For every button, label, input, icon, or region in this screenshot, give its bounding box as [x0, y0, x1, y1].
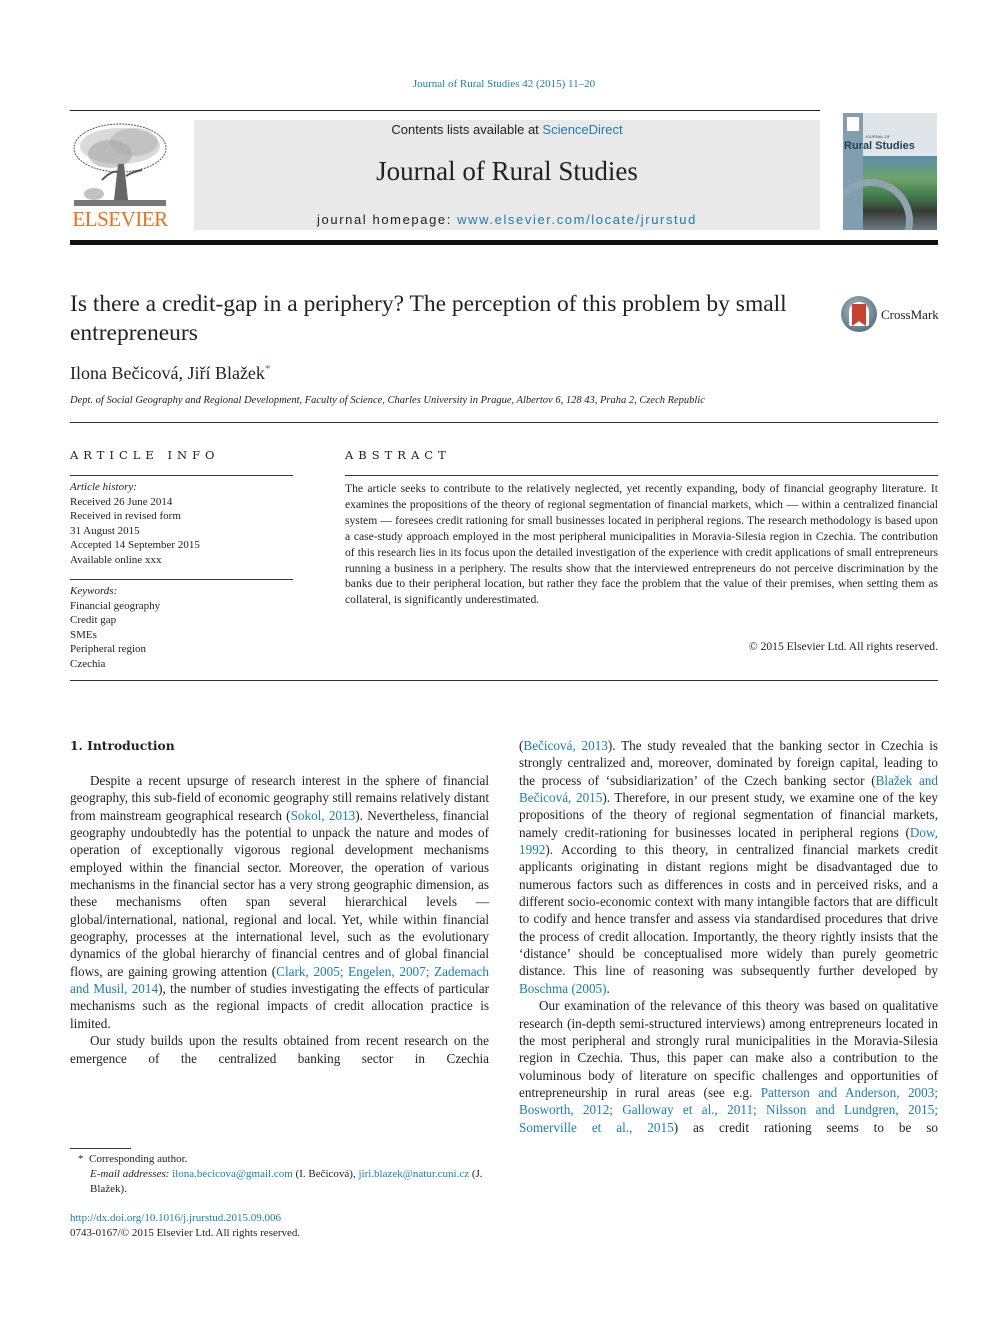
divider: [70, 422, 938, 423]
email-link[interactable]: ilona.becicova@gmail.com: [172, 1168, 293, 1180]
keyword: SMEs: [70, 628, 97, 641]
body-column-right: (Bečicová, 2013). The study revealed tha…: [519, 737, 938, 1136]
sciencedirect-link[interactable]: ScienceDirect: [542, 122, 622, 137]
corresponding-label: Corresponding author.: [89, 1153, 188, 1165]
elsevier-logo[interactable]: ELSEVIER: [70, 120, 170, 232]
crossmark-badge[interactable]: CrossMark: [841, 296, 941, 336]
doi-link[interactable]: http://dx.doi.org/10.1016/j.jrurstud.201…: [70, 1211, 300, 1226]
issn-copyright: 0743-0167/© 2015 Elsevier Ltd. All right…: [70, 1227, 301, 1239]
contents-line: Contents lists available at ScienceDirec…: [194, 122, 820, 137]
journal-name: Journal of Rural Studies: [376, 156, 638, 186]
contents-prefix: Contents lists available at: [391, 122, 543, 137]
keywords: Keywords: Financial geography Credit gap…: [70, 584, 293, 672]
article-info-heading: ARTICLE INFO: [70, 448, 220, 462]
header-divider: [70, 110, 820, 111]
keyword: Czechia: [70, 657, 106, 670]
text: ). According to this theory, in centrali…: [519, 842, 938, 979]
footnote: * Corresponding author. E-mail addresses…: [70, 1152, 490, 1196]
citation-link[interactable]: Boschma (2005): [519, 981, 607, 996]
text: ) as credit rationing seems to be so: [673, 1119, 939, 1135]
divider: [345, 475, 938, 476]
history-item: Accepted 14 September 2015: [70, 539, 200, 552]
crossmark-icon: [841, 296, 877, 332]
crossmark-label: CrossMark: [881, 307, 939, 322]
homepage-link[interactable]: www.elsevier.com/locate/jrurstud: [457, 212, 697, 227]
text: ). Nevertheless, financial geography und…: [70, 807, 489, 979]
journal-cover-thumbnail[interactable]: JOURNAL OF Rural Studies: [843, 113, 937, 230]
citation-link[interactable]: Sokol, 2013: [291, 808, 356, 823]
email-line: E-mail addresses: ilona.becicova@gmail.c…: [70, 1167, 490, 1197]
history-item: 31 August 2015: [70, 524, 140, 537]
section-title: 1. Introduction: [70, 738, 175, 753]
history-item: Received in revised form: [70, 510, 181, 523]
keywords-label: Keywords:: [70, 585, 118, 597]
affiliation: Dept. of Social Geography and Regional D…: [70, 395, 705, 406]
divider: [70, 475, 293, 476]
article-history: Article history: Received 26 June 2014 R…: [70, 480, 293, 568]
footnote-marker: *: [78, 1153, 84, 1165]
paragraph: Our examination of the relevance of this…: [519, 997, 938, 1136]
citation-link[interactable]: Bečicová, 2013: [523, 738, 608, 753]
paragraph: Our study builds upon the results obtain…: [70, 1033, 489, 1066]
elsevier-wordmark: ELSEVIER: [72, 207, 168, 231]
cover-title: Rural Studies: [844, 140, 915, 152]
footnote-divider: [70, 1148, 131, 1149]
divider: [70, 579, 293, 580]
abstract-copyright: © 2015 Elsevier Ltd. All rights reserved…: [748, 640, 938, 653]
history-item: Available online xxx: [70, 553, 162, 566]
article-title: Is there a credit-gap in a periphery? Th…: [70, 291, 787, 346]
authors: Ilona Bečicová, Jiří Blažek*: [70, 363, 270, 384]
keyword: Peripheral region: [70, 643, 147, 656]
history-label: Article history:: [70, 481, 137, 493]
tree-icon: [72, 120, 168, 208]
abstract-text: The article seeks to contribute to the r…: [345, 482, 938, 607]
homepage-prefix: journal homepage:: [317, 212, 458, 227]
journal-banner: Contents lists available at ScienceDirec…: [194, 120, 820, 230]
paragraph: (Bečicová, 2013). The study revealed tha…: [519, 738, 939, 996]
keyword: Credit gap: [70, 614, 117, 627]
email-owner: (I. Bečicová),: [292, 1167, 359, 1180]
text: .: [606, 980, 610, 996]
corresponding-author-note: * Corresponding author.: [70, 1152, 490, 1167]
header-thick-rule: [70, 240, 938, 245]
body-column-left: 1. Introduction Despite a recent upsurge…: [70, 737, 489, 1067]
history-item: Received 26 June 2014: [70, 495, 173, 508]
email-link[interactable]: jiri.blazek@natur.cuni.cz: [358, 1168, 469, 1180]
email-label: E-mail addresses:: [90, 1167, 170, 1180]
cover-subtitle: JOURNAL OF: [865, 134, 891, 139]
author-names: Ilona Bečicová, Jiří Blažek: [70, 363, 265, 383]
doi-block: http://dx.doi.org/10.1016/j.jrurstud.201…: [70, 1211, 300, 1241]
cover-publisher-icon: [846, 116, 860, 132]
corresponding-author-marker[interactable]: *: [265, 363, 271, 375]
keyword: Financial geography: [70, 599, 161, 612]
divider: [70, 680, 938, 681]
abstract-heading: ABSTRACT: [345, 448, 451, 462]
journal-citation[interactable]: Journal of Rural Studies 42 (2015) 11–20: [0, 78, 992, 90]
homepage-line: journal homepage: www.elsevier.com/locat…: [194, 212, 820, 227]
paragraph: Despite a recent upsurge of research int…: [70, 772, 489, 1032]
